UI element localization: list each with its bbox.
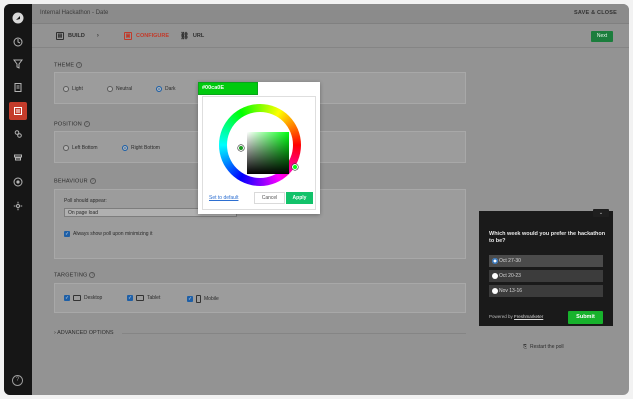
- position-left-bottom-option[interactable]: Left Bottom: [63, 145, 98, 151]
- radio-icon: [492, 288, 498, 294]
- minimize-icon[interactable]: ⌄: [593, 209, 609, 217]
- poll-option[interactable]: Oct 27-30: [489, 255, 603, 267]
- color-picker: #00ca0E Set to default Cancel Apply: [198, 82, 320, 214]
- sidebar: ?: [4, 4, 32, 395]
- powered-by: Powered by Freshmarketer: [489, 314, 544, 319]
- divider: [122, 333, 466, 334]
- poll-option[interactable]: Nov 13-16: [489, 285, 603, 297]
- step-configure-label: CONFIGURE: [136, 33, 169, 39]
- tablet-icon: [136, 295, 144, 301]
- radio-icon: [63, 86, 69, 92]
- color-picker-panel: Set to default Cancel Apply: [202, 96, 316, 210]
- step-bar: ▤ BUILD › ▣ CONFIGURE › ⛓ URL Next: [32, 24, 629, 48]
- behaviour-label: BEHAVIOUR?: [54, 178, 96, 185]
- poll-appear-label: Poll should appear:: [64, 198, 107, 204]
- hex-input[interactable]: #00ca0E: [198, 82, 258, 95]
- targeting-card: ✓ Desktop ✓ Tablet ✓ Mobile: [54, 283, 466, 313]
- help-circle-icon: ?: [83, 121, 90, 127]
- step-build-label: BUILD: [68, 33, 85, 39]
- target-desktop-checkbox[interactable]: ✓ Desktop: [64, 295, 102, 301]
- step-url[interactable]: ⛓ URL: [180, 32, 204, 40]
- step-build[interactable]: ▤ BUILD ›: [56, 32, 99, 40]
- checkbox-checked-icon: ✓: [64, 231, 70, 237]
- polls-icon[interactable]: [9, 102, 27, 120]
- hue-wheel-hole: [227, 112, 293, 178]
- layers-icon[interactable]: [10, 150, 26, 166]
- radio-checked-icon: [122, 145, 128, 151]
- step-url-label: URL: [192, 33, 205, 39]
- radio-checked-icon: [156, 86, 162, 92]
- set-default-link[interactable]: Set to default: [209, 195, 238, 201]
- theme-dark-option[interactable]: Dark: [156, 86, 176, 92]
- help-icon[interactable]: ?: [12, 375, 23, 386]
- checkbox-checked-icon: ✓: [64, 295, 70, 301]
- hue-wheel[interactable]: [219, 104, 301, 186]
- powered-by-link[interactable]: Freshmarketer: [514, 314, 543, 319]
- page-title: Internal Hackathon - Date: [40, 10, 109, 16]
- checkbox-checked-icon: ✓: [187, 296, 193, 302]
- radio-icon: [63, 145, 69, 151]
- desktop-icon: [73, 295, 81, 301]
- always-show-checkbox[interactable]: ✓ Always show poll upon minimizing it: [64, 231, 152, 237]
- poll-question: Which week would you prefer the hackatho…: [489, 231, 606, 244]
- sv-knob[interactable]: [238, 145, 244, 151]
- poll-preview: ⌄ Which week would you prefer the hackat…: [479, 209, 613, 326]
- logo-icon[interactable]: [10, 10, 26, 26]
- target-icon[interactable]: [10, 174, 26, 190]
- poll-appear-value: On page load: [68, 210, 99, 216]
- targeting-label: TARGETING?: [54, 272, 96, 279]
- target-mobile-checkbox[interactable]: ✓ Mobile: [187, 295, 219, 303]
- dashboard-icon[interactable]: [10, 34, 26, 50]
- help-circle-icon: ?: [76, 62, 83, 68]
- radio-checked-icon: [492, 258, 498, 264]
- advanced-options-label: ADVANCED OPTIONS: [57, 330, 114, 336]
- saturation-value-square[interactable]: [247, 132, 289, 174]
- help-circle-icon: ?: [89, 178, 96, 184]
- hue-knob[interactable]: [292, 164, 298, 170]
- clipboard-icon[interactable]: [10, 79, 26, 95]
- position-label: POSITION?: [54, 121, 90, 128]
- funnel-icon[interactable]: [10, 56, 26, 72]
- submit-button[interactable]: Submit: [568, 311, 603, 324]
- position-right-bottom-option[interactable]: Right Bottom: [122, 145, 160, 151]
- save-close-button[interactable]: SAVE & CLOSE: [574, 10, 617, 16]
- restart-poll-button[interactable]: ⎘ Restart the poll: [523, 344, 564, 350]
- theme-label: THEME?: [54, 62, 83, 69]
- target-tablet-checkbox[interactable]: ✓ Tablet: [127, 295, 160, 301]
- app-window: ? Internal Hackathon - Date SAVE & CLOSE…: [4, 4, 629, 395]
- help-circle-icon: ?: [89, 272, 96, 278]
- people-icon[interactable]: [10, 126, 26, 142]
- mobile-icon: [196, 295, 201, 303]
- step-configure[interactable]: ▣ CONFIGURE ›: [124, 32, 183, 40]
- theme-neutral-option[interactable]: Neutral: [107, 86, 132, 92]
- configure-icon: ▣: [124, 32, 132, 40]
- next-button[interactable]: Next: [591, 31, 613, 42]
- checkbox-checked-icon: ✓: [127, 295, 133, 301]
- restart-icon: ⎘: [523, 344, 528, 350]
- radio-icon: [492, 273, 498, 279]
- chevron-right-icon: ›: [96, 33, 99, 39]
- advanced-options-toggle[interactable]: › ADVANCED OPTIONS: [54, 330, 114, 336]
- radio-icon: [107, 86, 113, 92]
- settings-icon[interactable]: [10, 198, 26, 214]
- chevron-right-icon: ›: [54, 330, 56, 336]
- top-bar: Internal Hackathon - Date SAVE & CLOSE: [32, 4, 629, 24]
- theme-light-option[interactable]: Light: [63, 86, 83, 92]
- restart-poll-label: Restart the poll: [530, 344, 564, 350]
- apply-button[interactable]: Apply: [286, 192, 313, 204]
- poll-option[interactable]: Oct 20-23: [489, 270, 603, 282]
- link-icon: ⛓: [180, 33, 189, 40]
- cancel-button[interactable]: Cancel: [254, 192, 285, 204]
- build-icon: ▤: [56, 32, 64, 40]
